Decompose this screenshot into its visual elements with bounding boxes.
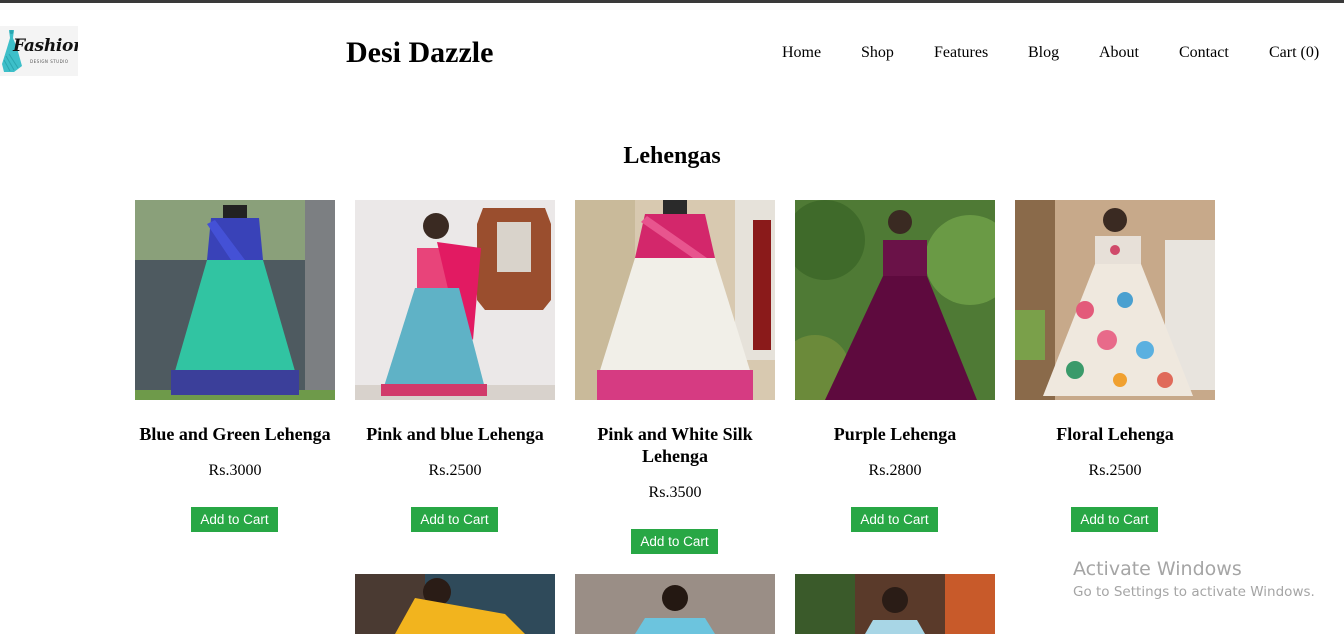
nav-shop[interactable]: Shop — [861, 44, 894, 62]
nav-blog[interactable]: Blog — [1028, 44, 1059, 62]
nav-cart[interactable]: Cart (0) — [1269, 44, 1319, 62]
top-border — [0, 0, 1344, 3]
site-title[interactable]: Desi Dazzle — [346, 36, 493, 70]
add-to-cart-button[interactable]: Add to Cart — [631, 529, 718, 554]
product-name[interactable]: Pink and White Silk Lehenga — [565, 423, 785, 467]
product-name[interactable]: Floral Lehenga — [1005, 423, 1225, 445]
logo-text: Fashion — [13, 36, 78, 56]
section-title: Lehengas — [623, 143, 721, 169]
add-to-cart-button[interactable]: Add to Cart — [851, 507, 938, 532]
product-price: Rs.3000 — [208, 462, 262, 479]
product-image[interactable] — [355, 200, 555, 400]
product-name[interactable]: Blue and Green Lehenga — [125, 423, 345, 445]
product-name[interactable]: Pink and blue Lehenga — [345, 423, 565, 445]
activate-windows-watermark: Activate Windows Go to Settings to activ… — [1073, 558, 1315, 600]
nav-home[interactable]: Home — [782, 44, 821, 62]
product-image[interactable] — [795, 574, 995, 634]
product-price: Rs.2800 — [868, 462, 922, 479]
watermark-title: Activate Windows — [1073, 558, 1242, 580]
nav-features[interactable]: Features — [934, 44, 988, 62]
product-image[interactable] — [1015, 200, 1215, 400]
product-name[interactable]: Purple Lehenga — [785, 423, 1005, 445]
product-image[interactable] — [575, 574, 775, 634]
nav-contact[interactable]: Contact — [1179, 44, 1229, 62]
product-price: Rs.2500 — [1088, 462, 1142, 479]
add-to-cart-button[interactable]: Add to Cart — [1071, 507, 1158, 532]
logo[interactable]: Fashion DESIGN STUDIO — [0, 26, 78, 76]
watermark-subtitle: Go to Settings to activate Windows. — [1073, 584, 1315, 600]
add-to-cart-button[interactable]: Add to Cart — [411, 507, 498, 532]
product-price: Rs.3500 — [648, 484, 702, 501]
product-image[interactable] — [795, 200, 995, 400]
logo-subtext: DESIGN STUDIO — [30, 59, 69, 64]
nav-about[interactable]: About — [1099, 44, 1139, 62]
product-price: Rs.2500 — [428, 462, 482, 479]
product-image[interactable] — [355, 574, 555, 634]
add-to-cart-button[interactable]: Add to Cart — [191, 507, 278, 532]
product-image[interactable] — [135, 200, 335, 400]
product-image[interactable] — [575, 200, 775, 400]
